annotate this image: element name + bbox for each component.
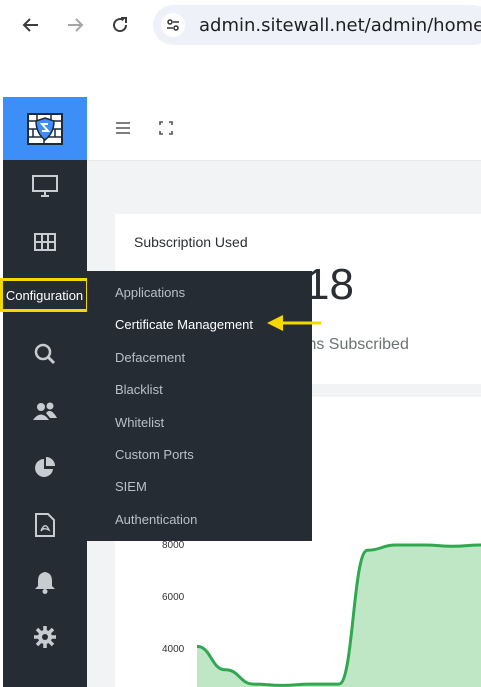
menu-item-defacement[interactable]: Defacement — [115, 350, 185, 365]
menu-item-blacklist[interactable]: Blacklist — [115, 382, 163, 397]
address-bar[interactable]: admin.sitewall.net/admin/home — [153, 5, 481, 45]
configuration-flyout-menu: Applications Certificate Management Defa… — [87, 271, 312, 541]
browser-toolbar: admin.sitewall.net/admin/home — [0, 0, 481, 52]
shield-logo-icon — [27, 112, 63, 145]
reload-button[interactable] — [107, 12, 133, 38]
y-tick-label: 4000 — [162, 644, 185, 655]
menu-item-certificate-management[interactable]: Certificate Management — [115, 317, 253, 332]
logo[interactable] — [3, 97, 87, 160]
forward-button[interactable] — [62, 12, 88, 38]
subscription-subtitle: ions Subscribed — [295, 336, 409, 353]
gear-icon[interactable] — [3, 619, 87, 655]
menu-item-custom-ports[interactable]: Custom Ports — [115, 447, 194, 462]
pie-chart-icon[interactable] — [3, 450, 87, 486]
sidebar — [3, 97, 87, 687]
menu-item-authentication[interactable]: Authentication — [115, 512, 197, 527]
fullscreen-icon[interactable] — [159, 121, 173, 140]
y-tick-label: 8000 — [162, 540, 185, 551]
url-text: admin.sitewall.net/admin/home — [199, 15, 481, 36]
reload-icon — [113, 17, 128, 33]
users-icon[interactable] — [3, 393, 87, 429]
search-icon[interactable] — [3, 336, 87, 372]
subscription-count: 18 — [305, 260, 354, 309]
menu-item-whitelist[interactable]: Whitelist — [115, 415, 164, 430]
y-tick-label: 6000 — [162, 592, 185, 603]
pdf-icon[interactable] — [3, 507, 87, 543]
annotation-arrow-icon — [267, 315, 321, 331]
grid-icon[interactable] — [3, 224, 87, 260]
app-header — [87, 97, 481, 161]
dashboard-monitor-icon[interactable] — [3, 168, 87, 204]
site-settings-icon[interactable] — [161, 13, 185, 37]
menu-item-applications[interactable]: Applications — [115, 285, 185, 300]
bell-icon[interactable] — [3, 564, 87, 600]
menu-item-siem[interactable]: SIEM — [115, 479, 147, 494]
forward-arrow-icon — [68, 18, 84, 32]
card-title: Subscription Used — [134, 234, 248, 250]
back-arrow-icon — [22, 18, 38, 32]
sidebar-item-configuration[interactable]: Configuration — [0, 278, 89, 312]
chart-area — [197, 545, 481, 687]
back-button[interactable] — [18, 12, 44, 38]
menu-toggle-icon[interactable] — [115, 121, 131, 140]
